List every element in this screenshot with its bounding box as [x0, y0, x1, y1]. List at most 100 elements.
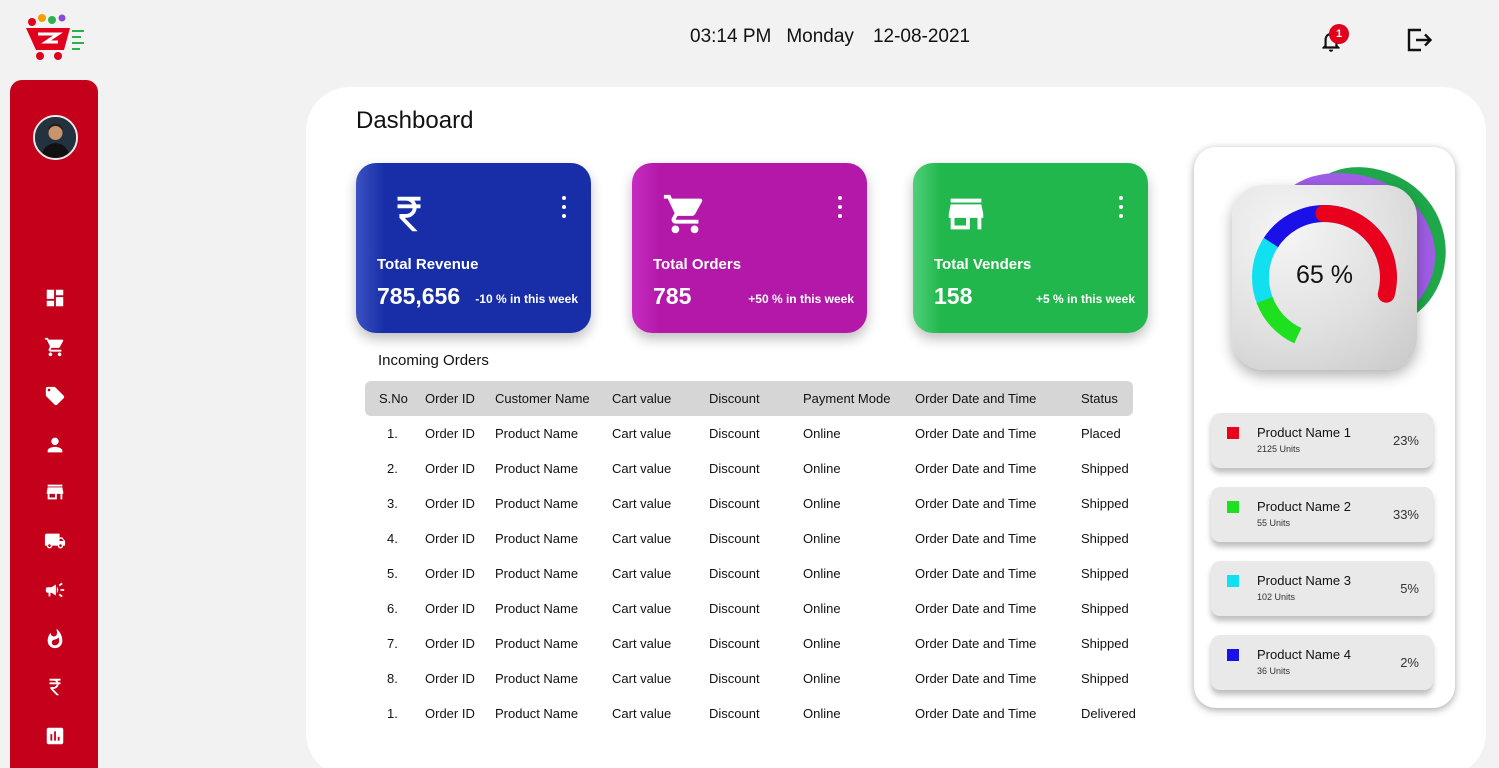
order-id: Order ID	[425, 531, 475, 546]
total-revenue-card[interactable]: Total Revenue 785,656 -10 % in this week	[356, 163, 591, 333]
payment-mode: Online	[803, 636, 841, 651]
column-header[interactable]: Status	[1081, 381, 1118, 416]
column-header[interactable]: S.No	[379, 381, 408, 416]
row-serial: 6.	[387, 601, 398, 616]
customer-name: Product Name	[495, 601, 579, 616]
donut-percent-label: 65 %	[1296, 261, 1353, 289]
table-row[interactable]: 2. Order ID Product Name Cart value Discount…	[365, 451, 1135, 486]
table-row[interactable]: 7. Order ID Product Name Cart value Discount…	[365, 626, 1135, 661]
total-orders-card[interactable]: Total Orders 785 +50 % in this week	[632, 163, 867, 333]
sidebar-item-trending[interactable]	[44, 628, 66, 650]
cart-value: Cart value	[612, 566, 672, 581]
store-icon	[943, 191, 989, 237]
cart-value: Cart value	[612, 601, 672, 616]
cart-value: Cart value	[612, 461, 672, 476]
rupee-icon	[386, 191, 432, 237]
cart-value: Cart value	[612, 496, 672, 511]
order-datetime: Order Date and Time	[915, 671, 1037, 686]
card-label: Total Venders	[934, 256, 1032, 273]
legend-units: 102 Units	[1257, 592, 1296, 602]
donut-chart: 65 %	[1232, 185, 1417, 370]
payment-mode: Online	[803, 671, 841, 686]
table-row[interactable]: 4. Order ID Product Name Cart value Discount…	[365, 521, 1135, 556]
order-datetime: Order Date and Time	[915, 566, 1037, 581]
column-header[interactable]: Order Date and Time	[915, 381, 1036, 416]
order-datetime: Order Date and Time	[915, 706, 1037, 721]
app-logo[interactable]	[24, 12, 86, 64]
legend-item[interactable]: Product Name 2 55 Units 33%	[1211, 487, 1433, 542]
table-row[interactable]: 8. Order ID Product Name Cart value Discount…	[365, 661, 1135, 696]
sidebar-item-orders[interactable]	[44, 336, 66, 358]
column-header[interactable]: Payment Mode	[803, 381, 890, 416]
row-serial: 5.	[387, 566, 398, 581]
payment-mode: Online	[803, 566, 841, 581]
sidebar-item-offers[interactable]	[44, 385, 66, 407]
row-serial: 4.	[387, 531, 398, 546]
more-vert-icon[interactable]	[1116, 196, 1126, 218]
order-status: Shipped	[1081, 636, 1129, 651]
cart-value: Cart value	[612, 531, 672, 546]
sidebar-item-dashboard[interactable]	[44, 287, 66, 309]
payment-mode: Online	[803, 531, 841, 546]
logout-button[interactable]	[1405, 27, 1433, 53]
more-vert-icon[interactable]	[559, 196, 569, 218]
table-row[interactable]: 6. Order ID Product Name Cart value Discount…	[365, 591, 1135, 626]
table-body: 1. Order ID Product Name Cart value Discount…	[365, 416, 1136, 731]
row-serial: 7.	[387, 636, 398, 651]
sidebar-item-marketing[interactable]	[44, 579, 66, 601]
current-day: Monday	[786, 26, 854, 47]
card-change: -10 % in this week	[475, 292, 578, 306]
customer-name: Product Name	[495, 671, 579, 686]
sidebar-item-reports[interactable]	[44, 725, 66, 747]
legend-item[interactable]: Product Name 4 36 Units 2%	[1211, 635, 1433, 690]
table-row[interactable]: 1. Order ID Product Name Cart value Discount…	[365, 416, 1135, 451]
discount: Discount	[709, 601, 760, 616]
discount: Discount	[709, 426, 760, 441]
current-time: 03:14 PM	[690, 26, 772, 47]
discount: Discount	[709, 531, 760, 546]
sidebar-item-payments[interactable]	[44, 676, 66, 698]
rupee-icon	[49, 678, 61, 696]
discount: Discount	[709, 496, 760, 511]
sidebar	[10, 80, 98, 768]
card-label: Total Revenue	[377, 256, 479, 273]
legend-item[interactable]: Product Name 3 102 Units 5%	[1211, 561, 1433, 616]
order-status: Delivered	[1081, 706, 1136, 721]
customer-name: Product Name	[495, 461, 579, 476]
sidebar-item-delivery[interactable]	[44, 530, 66, 552]
column-header[interactable]: Cart value	[612, 381, 671, 416]
table-row[interactable]: 3. Order ID Product Name Cart value Discount…	[365, 486, 1135, 521]
discount: Discount	[709, 566, 760, 581]
order-status: Shipped	[1081, 671, 1129, 686]
order-id: Order ID	[425, 566, 475, 581]
order-id: Order ID	[425, 496, 475, 511]
discount: Discount	[709, 706, 760, 721]
table-row[interactable]: 5. Order ID Product Name Cart value Discount…	[365, 556, 1135, 591]
sidebar-item-vendors[interactable]	[44, 481, 66, 503]
tag-icon	[45, 386, 65, 406]
column-header[interactable]: Order ID	[425, 381, 475, 416]
legend-swatch	[1227, 501, 1239, 513]
column-header[interactable]: Customer Name	[495, 381, 590, 416]
card-value: 158	[934, 283, 973, 309]
cart-icon	[44, 337, 64, 357]
legend-product-name: Product Name 1	[1257, 425, 1351, 440]
cart-icon	[662, 191, 708, 237]
order-datetime: Order Date and Time	[915, 461, 1037, 476]
total-venders-card[interactable]: Total Venders 158 +5 % in this week	[913, 163, 1148, 333]
card-value: 785	[653, 283, 692, 309]
legend-product-name: Product Name 2	[1257, 499, 1351, 514]
fire-icon	[47, 628, 63, 649]
legend-product-name: Product Name 4	[1257, 647, 1351, 662]
legend-item[interactable]: Product Name 1 2125 Units 23%	[1211, 413, 1433, 468]
user-avatar[interactable]	[33, 115, 78, 160]
discount: Discount	[709, 636, 760, 651]
order-id: Order ID	[425, 671, 475, 686]
cart-value: Cart value	[612, 706, 672, 721]
sidebar-item-customers[interactable]	[44, 434, 66, 456]
legend-percent: 5%	[1400, 581, 1419, 596]
column-header[interactable]: Discount	[709, 381, 760, 416]
legend-units: 36 Units	[1257, 666, 1291, 676]
more-vert-icon[interactable]	[835, 196, 845, 218]
table-row[interactable]: 1. Order ID Product Name Cart value Discount…	[365, 696, 1136, 731]
